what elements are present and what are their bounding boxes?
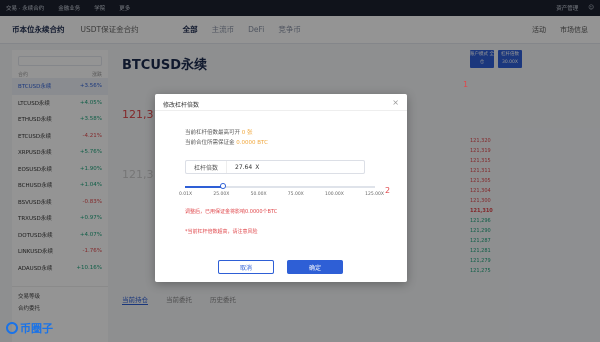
margin-warning: 调整后，已用保证金将影响0.0000个BTC [185,209,278,215]
watermark-logo: 币圈子 [6,320,53,336]
slider-handle[interactable] [220,183,226,189]
annotation-marker-2: 2 [385,186,391,195]
cancel-button[interactable]: 取消 [218,260,274,274]
confirm-button[interactable]: 确定 [287,260,343,274]
tick-label: 25.00X [213,192,230,197]
watermark-text: 币圈子 [20,322,53,335]
margin-value: 0.0000 BTC [236,140,268,146]
max-open-label: 当前杠杆倍数最高可开 [185,130,241,136]
leverage-info: 当前杠杆倍数最高可开 0 张 当前合位所需保证金 0.0000 BTC [185,128,268,148]
divider [155,110,407,111]
leverage-input-label: 杠杆倍数 [186,161,228,173]
close-icon[interactable]: × [392,98,399,107]
tick-label: 75.00X [287,192,304,197]
leverage-unit: X [255,163,260,171]
max-open-value: 0 张 [241,130,253,136]
tick-label: 100.00X [325,192,344,197]
leverage-slider[interactable] [185,183,375,190]
leverage-input-value[interactable]: 27.64 [227,164,252,171]
dialog-title: 修改杠杆倍数 [163,102,200,109]
risk-warning: *当前杠杆倍数超高，请注意风险 [185,229,258,235]
margin-label: 当前合位所需保证金 [185,140,235,146]
tick-label: 0.01X [179,192,193,197]
logo-icon [6,322,18,334]
leverage-dialog: 修改杠杆倍数 × 当前杠杆倍数最高可开 0 张 当前合位所需保证金 0.0000… [155,94,407,282]
tick-label: 50.00X [250,192,267,197]
slider-fill [185,186,223,188]
leverage-input[interactable]: 杠杆倍数 27.64 X [185,160,365,174]
slider-ticks: 0.01X 25.00X 50.00X 75.00X 100.00X 125.0… [179,192,384,197]
tick-label: 125.00X [365,192,384,197]
annotation-marker-1: 1 [463,80,469,89]
